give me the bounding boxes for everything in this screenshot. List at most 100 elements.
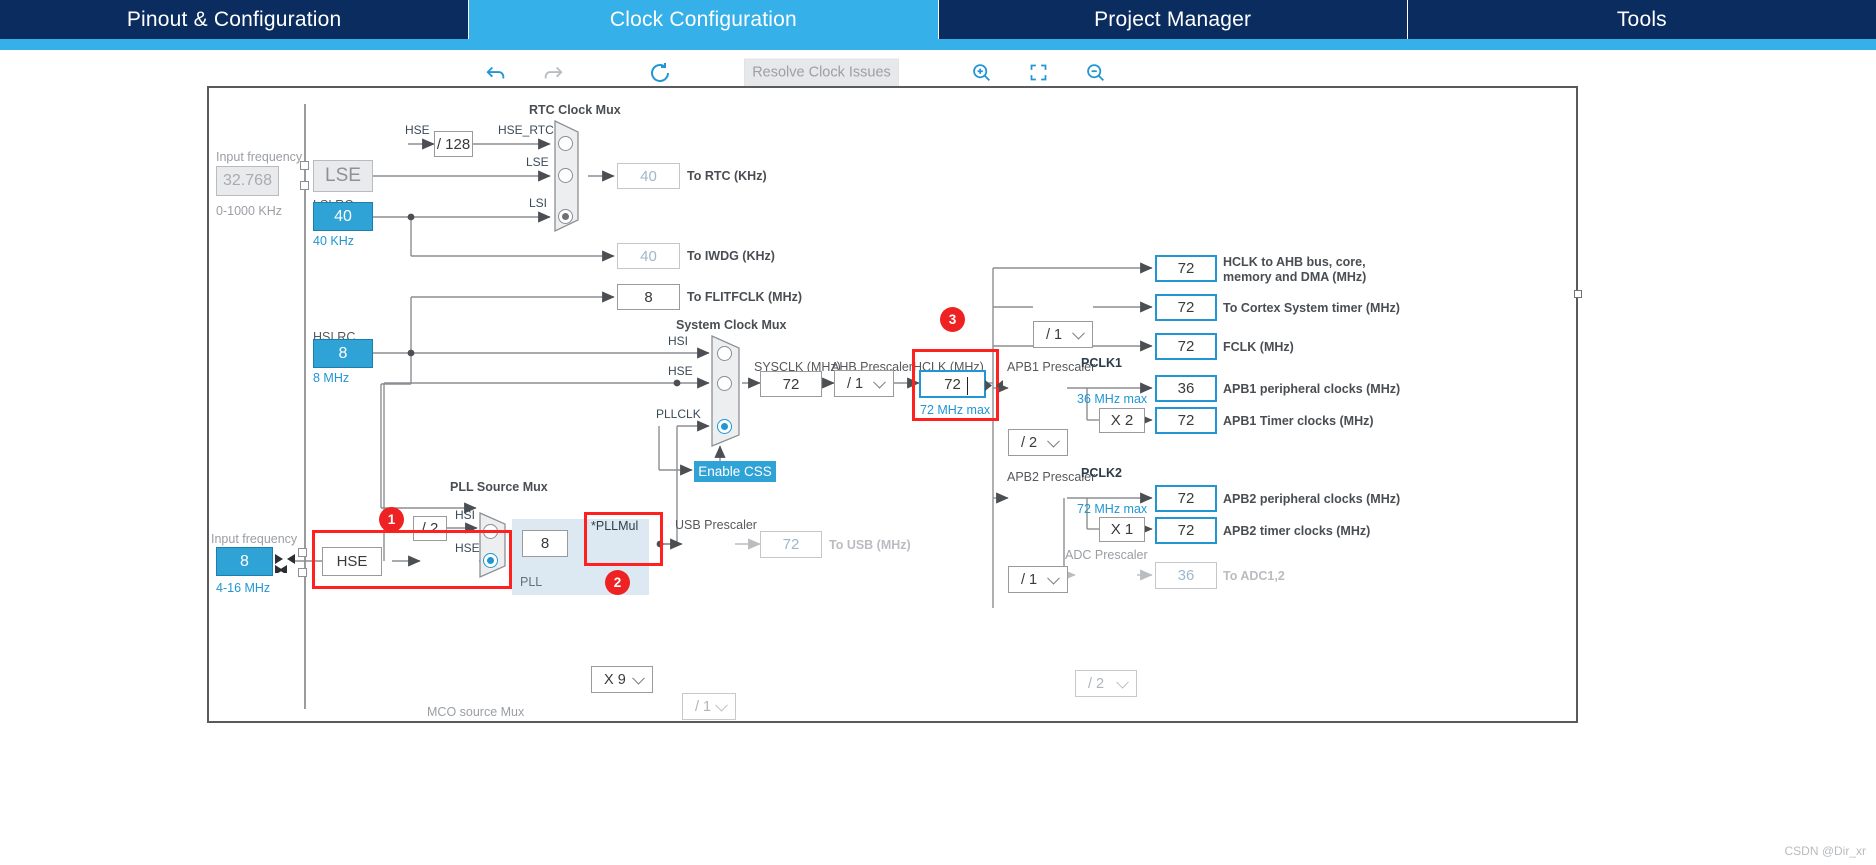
system-mux-option-hsi[interactable] [717, 346, 732, 361]
apb2-peripheral-clocks-value: 72 [1155, 485, 1217, 512]
pll-mux-hse-label: HSE [455, 541, 480, 555]
hse-pin-out [298, 568, 307, 577]
pllmul-value: X 9 [604, 671, 626, 688]
adc-prescaler-label: ADC Prescaler [1065, 548, 1148, 562]
apb1-timer-clocks-label: APB1 Timer clocks (MHz) [1223, 414, 1374, 428]
undo-icon[interactable] [481, 58, 511, 88]
lse-input-frequency-label: Input frequency [216, 150, 303, 164]
rtc-mux-option-hse-rtc[interactable] [558, 136, 573, 151]
hse-signal-label: HSE [405, 123, 430, 137]
pll-mux-option-hse[interactable] [483, 553, 498, 568]
tab-pinout-configuration[interactable]: Pinout & Configuration [0, 0, 470, 39]
sysmux-pllclk-signal-label: PLLCLK [656, 407, 701, 421]
lse-input-frequency-field[interactable]: 32.768 [216, 166, 279, 196]
tab-tools[interactable]: Tools [1408, 0, 1876, 39]
hsi-rc-unit: 8 MHz [313, 371, 350, 385]
watermark-text: CSDN @Dir_xr [1784, 844, 1866, 858]
zoom-in-icon[interactable] [966, 58, 996, 88]
system-mux-option-hse[interactable] [717, 376, 732, 391]
chevron-down-icon [1072, 326, 1085, 340]
to-adc-label: To ADC1,2 [1223, 569, 1285, 583]
annotation-badge-3: 3 [940, 307, 965, 332]
cortex-prescaler-value: / 1 [1046, 326, 1063, 343]
to-iwdg-value: 40 [617, 243, 680, 269]
to-iwdg-label: To IWDG (KHz) [687, 249, 775, 263]
sysmux-hsi-signal-label: HSI [668, 334, 689, 348]
system-clock-mux-title: System Clock Mux [676, 318, 787, 332]
redo-icon[interactable] [538, 58, 568, 88]
fit-to-screen-icon[interactable] [1023, 58, 1053, 88]
rtc-clock-mux-title: RTC Clock Mux [529, 103, 621, 117]
hclk-ahb-output-value: 72 [1155, 255, 1217, 282]
hclk-max-label: 72 MHz max [920, 403, 991, 417]
apb2-prescaler-value: / 1 [1021, 571, 1038, 588]
apb2-timer-clocks-label: APB2 timer clocks (MHz) [1223, 524, 1371, 538]
rtc-mux-option-lsi[interactable] [558, 209, 573, 224]
hse-input-frequency-field[interactable]: 8 [216, 547, 273, 576]
pllmul-select[interactable]: X 9 [591, 666, 653, 693]
apb2-max-label: 72 MHz max [1077, 502, 1148, 516]
to-adc-value: 36 [1155, 562, 1217, 589]
lse-signal-label: LSE [526, 155, 549, 169]
adc-prescaler-select[interactable]: / 2 [1075, 670, 1137, 697]
hclk-bus-connector [985, 378, 1003, 391]
apb1-prescaler-value: / 2 [1021, 434, 1038, 451]
apb1-prescaler-select[interactable]: / 2 [1008, 429, 1068, 456]
apb1-timer-multiplier: X 2 [1099, 408, 1145, 433]
hse-pin-in [298, 548, 307, 557]
hsi-div2-block: / 2 [413, 516, 447, 541]
pll-source-mux-title: PLL Source Mux [450, 480, 548, 494]
apb1-timer-clocks-value: 72 [1155, 407, 1217, 434]
hse-io-markers [275, 551, 297, 575]
hse-rtc-divider: / 128 [434, 131, 473, 157]
canvas-resize-handle[interactable] [1574, 290, 1582, 298]
lsi-signal-label: LSI [529, 196, 548, 210]
pll-input-value: 8 [522, 530, 568, 557]
rtc-clock-mux[interactable] [554, 119, 589, 233]
pll-mux-option-hsi[interactable] [483, 524, 498, 539]
lse-oscillator-block[interactable]: LSE [313, 160, 373, 192]
tab-project-manager[interactable]: Project Manager [939, 0, 1408, 39]
mco-source-mux-title: MCO source Mux [427, 705, 525, 719]
ahb-prescaler-value: / 1 [847, 375, 864, 392]
cortex-prescaler-select[interactable]: / 1 [1033, 321, 1093, 348]
zoom-out-icon[interactable] [1080, 58, 1110, 88]
hclk-ahb-output-label-2: memory and DMA (MHz) [1223, 270, 1367, 284]
system-clock-mux[interactable] [711, 334, 749, 447]
reset-icon[interactable] [645, 58, 675, 88]
cortex-systimer-output-value: 72 [1155, 294, 1217, 321]
pll-mux-hsi-label: HSI [455, 508, 476, 522]
to-usb-label: To USB (MHz) [829, 538, 911, 552]
usb-prescaler-value: / 1 [695, 698, 712, 715]
system-mux-option-pllclk[interactable] [717, 419, 732, 434]
apb2-peripheral-clocks-label: APB2 peripheral clocks (MHz) [1223, 492, 1401, 506]
hse-range-label: 4-16 MHz [216, 581, 271, 595]
chevron-down-icon [1116, 675, 1129, 689]
resolve-clock-issues-button[interactable]: Resolve Clock Issues [744, 58, 899, 87]
apb2-prescaler-select[interactable]: / 1 [1008, 566, 1068, 593]
lsi-rc-unit: 40 KHz [313, 234, 354, 248]
ahb-prescaler-select[interactable]: / 1 [834, 370, 894, 397]
hclk-value: 72 [944, 375, 961, 393]
hse-oscillator-block[interactable]: HSE [322, 547, 382, 576]
chevron-down-icon [632, 671, 645, 685]
tab-clock-configuration[interactable]: Clock Configuration [469, 0, 939, 39]
rtc-mux-option-lse[interactable] [558, 168, 573, 183]
main-tab-bar: Pinout & Configuration Clock Configurati… [0, 0, 1876, 39]
cortex-systimer-output-label: To Cortex System timer (MHz) [1223, 301, 1400, 315]
pllmul-label: *PLLMul [591, 519, 639, 533]
usb-prescaler-select[interactable]: / 1 [682, 693, 736, 720]
lsi-rc-value[interactable]: 40 [313, 202, 373, 231]
clock-tree-diagram[interactable]: Input frequency 32.768 0-1000 KHz LSE LS… [207, 86, 1578, 723]
tab-accent-strip [0, 39, 1876, 50]
hsi-rc-value[interactable]: 8 [313, 339, 373, 368]
pclk1-label: PCLK1 [1081, 356, 1122, 370]
fclk-output-label: FCLK (MHz) [1223, 340, 1294, 354]
hclk-value-field[interactable]: 72 [919, 370, 986, 398]
enable-css-button[interactable]: Enable CSS [694, 461, 776, 482]
pll-region-label: PLL [520, 575, 543, 589]
apb2-timer-clocks-value: 72 [1155, 517, 1217, 544]
apb1-peripheral-clocks-label: APB1 peripheral clocks (MHz) [1223, 382, 1401, 396]
hclk-ahb-output-label: HCLK to AHB bus, core, [1223, 255, 1366, 269]
adc-prescaler-value: / 2 [1088, 675, 1105, 692]
